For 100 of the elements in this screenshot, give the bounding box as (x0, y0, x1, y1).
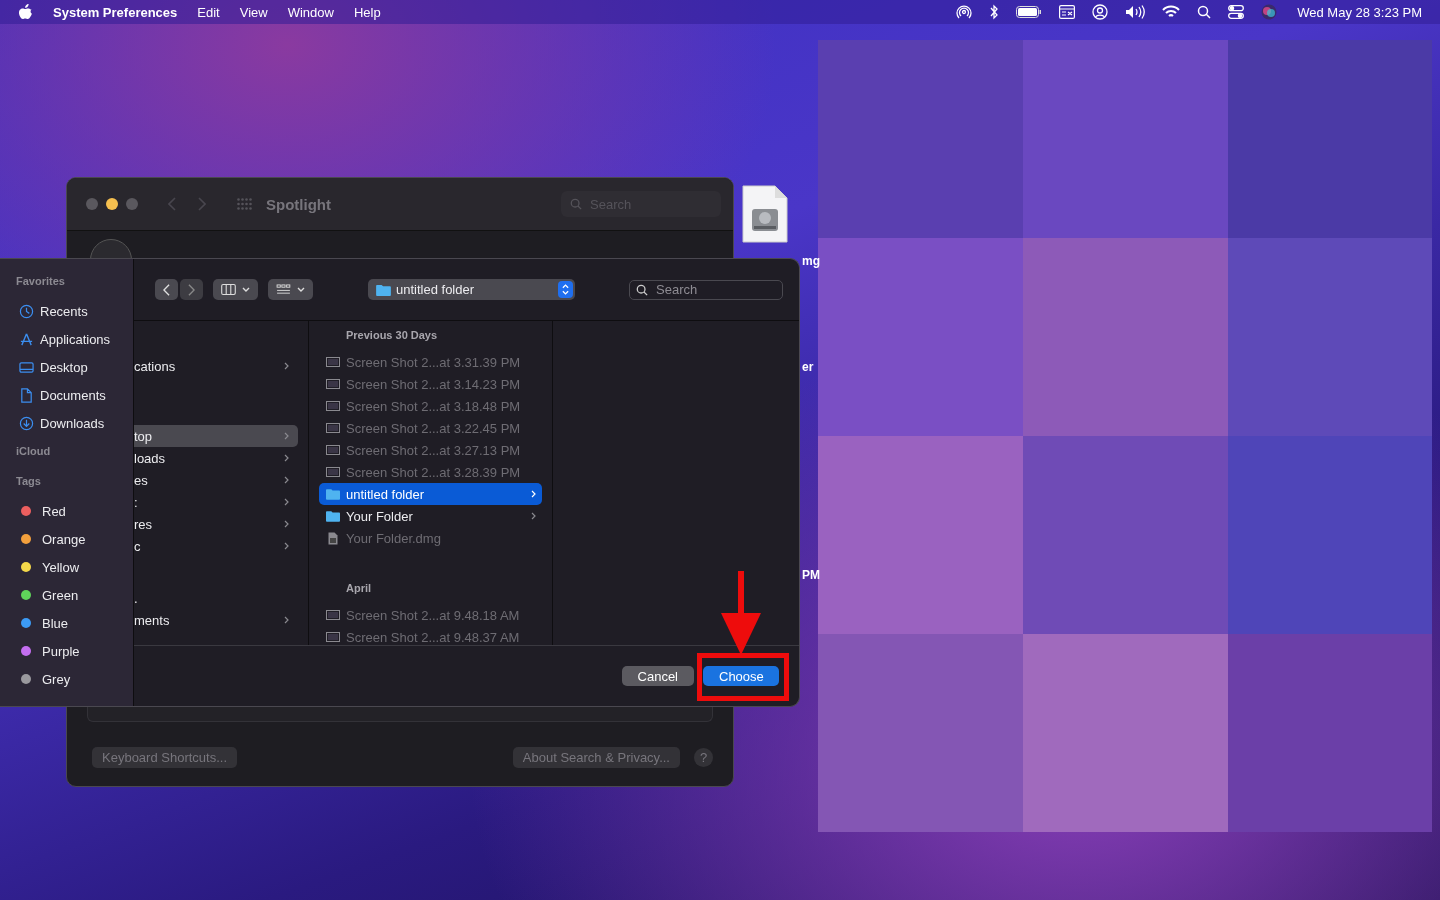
columns-icon (221, 284, 236, 295)
chevron-icon (284, 542, 289, 550)
sidebar-item[interactable]: Red (0, 497, 133, 525)
chevron-icon (531, 512, 536, 520)
image-file-icon (326, 467, 340, 477)
apple-icon[interactable] (19, 4, 33, 20)
search-icon[interactable] (1197, 5, 1212, 19)
disk-image-icon (326, 531, 340, 545)
folder-list-item[interactable]: es (134, 469, 298, 491)
folder-list-item[interactable]: : (134, 491, 298, 513)
folder-list-item[interactable]: . (134, 587, 298, 609)
app-menu[interactable]: System Preferences (53, 4, 178, 20)
image-file-icon (326, 379, 340, 389)
desktop-icon-label: mg (802, 254, 820, 268)
sidebar-item-label: Yellow (42, 559, 80, 575)
folder-list-item[interactable]: res (134, 513, 298, 535)
battery-icon[interactable] (1016, 6, 1043, 18)
sidebar-item[interactable]: Documents (0, 381, 133, 409)
clock-icon (19, 303, 34, 319)
sidebar-item-label: Purple (42, 643, 80, 659)
chevron-icon (284, 476, 289, 484)
keyboard-icon[interactable] (1059, 5, 1076, 19)
sidebar-item-label: Grey (42, 671, 71, 687)
sidebar-section-header: Favorites (15, 275, 66, 289)
stepper-icon (558, 281, 573, 298)
sidebar-item-label: Applications (40, 331, 111, 347)
sidebar-item[interactable]: Orange (0, 525, 133, 553)
choose-button[interactable]: Choose (703, 666, 779, 686)
grid-icon (276, 284, 291, 295)
group-view-button[interactable] (268, 279, 313, 300)
document-icon (19, 387, 34, 403)
location-dropdown[interactable]: untitled folder (368, 279, 575, 300)
search-field[interactable]: Search (629, 279, 783, 300)
bluetooth-icon[interactable] (989, 4, 1000, 20)
sidebar-item[interactable]: Blue (0, 609, 133, 637)
window-title: Spotlight (266, 195, 331, 213)
sidebar-item-label: Green (42, 587, 79, 603)
sidebar-item[interactable]: Grey (0, 665, 133, 693)
folder-list-item[interactable]: top (134, 425, 298, 447)
chevron-icon (284, 454, 289, 462)
back-button[interactable] (155, 279, 178, 300)
wifi-icon[interactable] (1162, 5, 1181, 19)
folder-list-item[interactable]: c (134, 535, 298, 557)
sidebar-item[interactable]: Desktop (0, 353, 133, 381)
sidebar-item-label: Desktop (40, 359, 88, 375)
sidebar-item-label: Recents (40, 303, 88, 319)
image-file-icon (326, 401, 340, 411)
forward-icon (188, 283, 195, 296)
sidebar-item[interactable]: Yellow (0, 553, 133, 581)
search-icon (570, 198, 582, 210)
desktop-icon-label: PM (802, 568, 820, 582)
image-file-icon (326, 423, 340, 433)
menu-item[interactable]: Help (353, 4, 381, 20)
sidebar-item-label: Documents (40, 387, 106, 403)
volume-icon[interactable] (1125, 5, 1146, 19)
sidebar-item-label: Red (42, 503, 66, 519)
folder-list-item[interactable]: loads (134, 447, 298, 469)
folder-list-item[interactable]: ments (134, 609, 298, 631)
menu-item[interactable]: Edit (197, 4, 220, 20)
chevron-icon (284, 362, 289, 370)
sidebar-item[interactable]: Green (0, 581, 133, 609)
chevron-icon (284, 498, 289, 506)
disk-image-file-icon[interactable] (742, 185, 788, 243)
sidebar-item[interactable]: Recents (0, 297, 133, 325)
folder-icon (326, 488, 340, 500)
control-center-icon[interactable] (1228, 5, 1245, 19)
menu-item[interactable]: Window (287, 4, 334, 20)
caret-icon (297, 287, 305, 292)
folder-list-item[interactable]: cations (134, 355, 298, 377)
sidebar-section-header: Tags (15, 475, 42, 489)
monitor-icon (19, 359, 34, 375)
folder-icon (326, 510, 340, 522)
section-header: April (345, 581, 373, 596)
sidebar-item-label: Downloads (40, 415, 105, 431)
sidebar-item-label: Blue (42, 615, 69, 631)
minimize-button[interactable] (106, 198, 118, 210)
siri-icon[interactable] (1261, 4, 1278, 20)
sidebar-item[interactable]: Applications (0, 325, 133, 353)
airdrop-icon[interactable] (956, 4, 973, 20)
file-list-item[interactable]: Your Folder (319, 505, 542, 527)
sidebar-item-label: Orange (42, 531, 86, 547)
menu-item[interactable]: View (239, 4, 268, 20)
applications-icon (19, 331, 34, 347)
sidebar-item[interactable]: Purple (0, 637, 133, 665)
image-file-icon (326, 632, 340, 642)
column-view-button[interactable] (213, 279, 258, 300)
chevron-icon (531, 490, 536, 498)
menu-bar-clock[interactable]: Wed May 28 3:23 PM (1297, 4, 1422, 20)
chevron-icon (284, 616, 289, 624)
sidebar-item[interactable]: Downloads (0, 409, 133, 437)
user-icon[interactable] (1092, 4, 1109, 20)
file-list-item[interactable]: untitled folder (319, 483, 542, 505)
cancel-button[interactable]: Cancel (621, 666, 694, 686)
chevron-icon (284, 432, 289, 440)
section-header: Previous 30 Days (345, 328, 439, 343)
folder-icon (376, 283, 391, 296)
chevron-icon (284, 520, 289, 528)
image-file-icon (326, 445, 340, 455)
image-file-icon (326, 610, 340, 620)
forward-button[interactable] (180, 279, 203, 300)
